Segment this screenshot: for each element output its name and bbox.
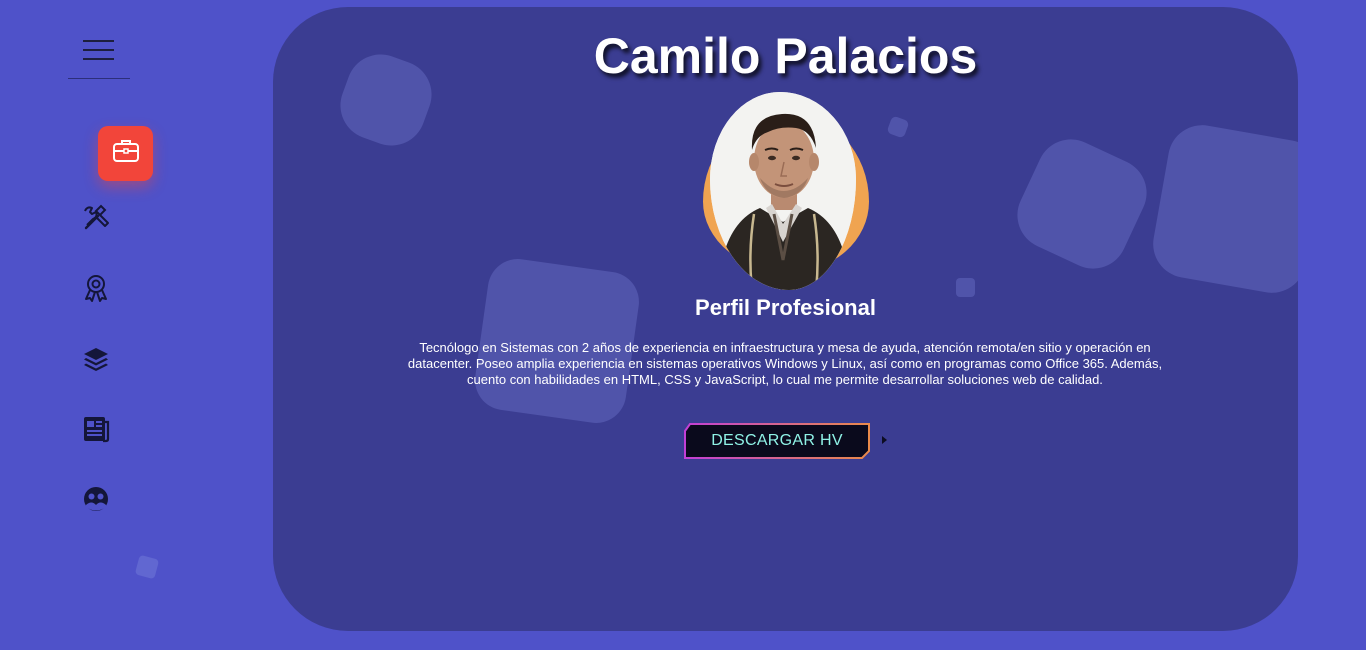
- award-icon: [81, 273, 111, 308]
- sidebar-item-skills[interactable]: [80, 204, 112, 236]
- download-cv-button[interactable]: DESCARGAR HV: [684, 423, 870, 459]
- sidebar-item-contact[interactable]: [80, 485, 112, 517]
- sidebar-item-profile[interactable]: [98, 126, 153, 181]
- sidebar: [0, 0, 200, 650]
- portfolio-page: Camilo Palacios Perfil Profesional Tecnó…: [0, 0, 1366, 650]
- menu-icon[interactable]: [83, 38, 115, 62]
- decorative-square: [1006, 128, 1158, 280]
- profile-description: Tecnólogo en Sistemas con 2 años de expe…: [407, 340, 1163, 387]
- sidebar-divider: [68, 78, 130, 79]
- section-title: Perfil Profesional: [695, 295, 876, 320]
- layers-icon: [81, 344, 111, 379]
- newspaper-icon: [81, 414, 111, 449]
- avatar: [710, 92, 856, 290]
- profile-name: Camilo Palacios: [593, 28, 978, 84]
- download-cv-label: DESCARGAR HV: [711, 432, 843, 449]
- caret-right-icon: [882, 436, 887, 444]
- decorative-square: [1147, 119, 1298, 299]
- decorative-square: [886, 115, 910, 139]
- decorative-square: [134, 554, 160, 580]
- sidebar-item-projects[interactable]: [80, 345, 112, 377]
- profile-card: Camilo Palacios Perfil Profesional Tecnó…: [273, 7, 1298, 631]
- profile-photo: [703, 92, 869, 292]
- contact-icon: [81, 484, 111, 519]
- sidebar-item-certifications[interactable]: [80, 274, 112, 306]
- sidebar-item-blog[interactable]: [80, 415, 112, 447]
- tools-icon: [81, 203, 111, 238]
- briefcase-icon: [112, 138, 140, 169]
